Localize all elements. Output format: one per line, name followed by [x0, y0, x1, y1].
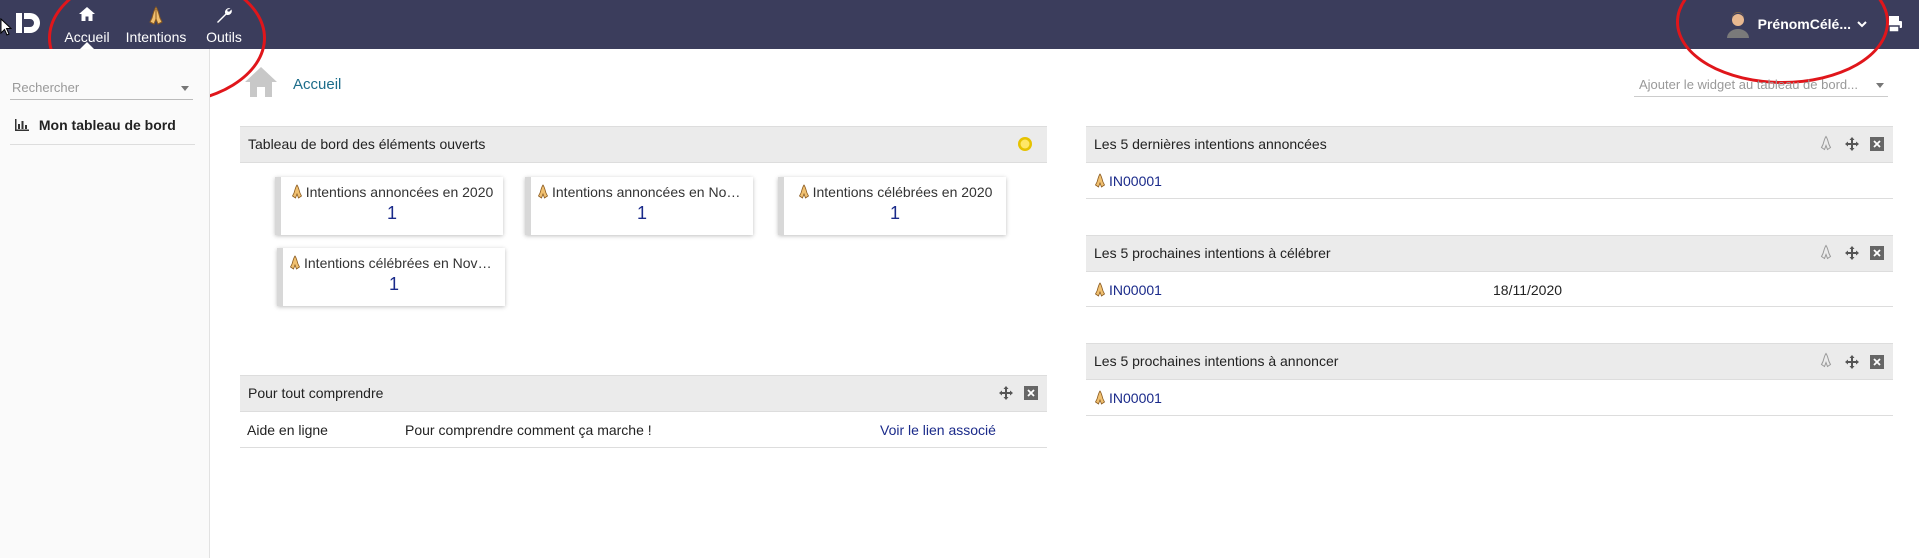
chevron-down-icon — [1857, 21, 1867, 28]
intention-link[interactable]: IN00001 — [1094, 282, 1162, 298]
praying-hands-icon — [291, 184, 302, 199]
intention-id: IN00001 — [1109, 173, 1162, 189]
app-logo[interactable] — [14, 9, 42, 37]
widget-header-last-announced: Les 5 dernières intentions annoncées — [1086, 126, 1893, 163]
add-widget-select[interactable]: Ajouter le widget au tableau de bord... — [1634, 74, 1888, 97]
user-name: PrénomCélé... — [1757, 16, 1851, 32]
close-icon[interactable] — [1024, 386, 1038, 400]
mouse-cursor-icon — [0, 18, 12, 36]
widget-title: Les 5 dernières intentions annoncées — [1094, 136, 1327, 152]
stat-card[interactable]: Intentions célébrées en 2020 1 — [778, 177, 1006, 235]
card-value: 1 — [636, 203, 647, 223]
nav-accueil[interactable]: Accueil — [64, 6, 110, 49]
row-divider — [1086, 306, 1893, 307]
praying-hands-icon[interactable] — [1820, 244, 1832, 260]
help-description: Pour comprendre comment ça marche ! — [405, 422, 652, 438]
card-label: Intentions célébrées en Novem... — [304, 255, 505, 271]
top-navbar: Accueil Intentions Outils PrénomCélé... — [0, 0, 1919, 49]
widget-header-open-elements: Tableau de bord des éléments ouverts — [240, 126, 1047, 163]
sidebar-item-dashboard[interactable]: Mon tableau de bord — [10, 113, 195, 145]
card-value: 1 — [386, 203, 397, 223]
move-icon[interactable] — [1845, 137, 1859, 151]
praying-hands-icon — [1094, 390, 1106, 405]
stat-card[interactable]: Intentions annoncées en 2020 1 — [275, 177, 503, 235]
praying-hands-icon — [1094, 173, 1106, 188]
close-icon[interactable] — [1870, 355, 1884, 369]
praying-hands-icon — [289, 255, 301, 270]
widget-title: Les 5 prochaines intentions à célébrer — [1094, 245, 1331, 261]
intention-link[interactable]: IN00001 — [1094, 390, 1162, 406]
intention-link[interactable]: IN00001 — [1094, 173, 1162, 189]
home-icon — [245, 67, 277, 97]
card-value: 1 — [889, 203, 900, 223]
close-icon[interactable] — [1870, 137, 1884, 151]
widget-header-help: Pour tout comprendre — [240, 375, 1047, 412]
widget-header-next-celebrate: Les 5 prochaines intentions à célébrer — [1086, 235, 1893, 272]
chevron-down-icon — [181, 86, 189, 91]
move-icon[interactable] — [1845, 246, 1859, 260]
breadcrumb[interactable]: Accueil — [293, 76, 341, 93]
nav-intentions-label: Intentions — [125, 29, 187, 45]
nav-accueil-label: Accueil — [64, 29, 110, 45]
chevron-down-icon — [1876, 83, 1884, 88]
sidebar: Rechercher Mon tableau de bord — [0, 49, 210, 558]
praying-hands-icon[interactable] — [1820, 352, 1832, 368]
help-name: Aide en ligne — [247, 422, 328, 438]
nav-outils[interactable]: Outils — [203, 6, 245, 49]
card-label: Intentions célébrées en 2020 — [812, 184, 993, 200]
widget-header-next-announce: Les 5 prochaines intentions à annoncer — [1086, 343, 1893, 380]
user-menu[interactable]: PrénomCélé... — [1724, 9, 1867, 39]
card-value: 1 — [388, 274, 399, 294]
search-placeholder: Rechercher — [12, 80, 80, 95]
add-widget-placeholder: Ajouter le widget au tableau de bord... — [1639, 77, 1858, 92]
print-icon[interactable] — [1885, 15, 1903, 33]
widget-title: Pour tout comprendre — [248, 385, 384, 401]
search-input[interactable]: Rechercher — [10, 76, 193, 100]
stat-card[interactable]: Intentions annoncées en Nove... 1 — [525, 177, 753, 235]
card-label: Intentions annoncées en 2020 — [305, 184, 494, 200]
praying-hands-icon — [1094, 282, 1106, 297]
intention-id: IN00001 — [1109, 282, 1162, 298]
move-icon[interactable] — [1845, 355, 1859, 369]
row-divider — [240, 447, 1047, 448]
close-icon[interactable] — [1870, 246, 1884, 260]
sidebar-item-label: Mon tableau de bord — [38, 117, 176, 133]
wrench-icon — [203, 6, 245, 26]
row-divider — [1086, 415, 1893, 416]
card-label: Intentions annoncées en Nove... — [552, 184, 753, 200]
home-icon — [64, 6, 110, 26]
sun-icon[interactable] — [1017, 136, 1033, 152]
bar-chart-icon — [15, 119, 29, 131]
help-link[interactable]: Voir le lien associé — [880, 422, 996, 438]
praying-hands-icon — [537, 184, 549, 199]
avatar — [1726, 12, 1749, 38]
row-divider — [1086, 198, 1893, 199]
nav-intentions[interactable]: Intentions — [124, 6, 188, 49]
stat-card[interactable]: Intentions célébrées en Novem... 1 — [277, 248, 505, 306]
intention-date: 18/11/2020 — [1493, 282, 1563, 298]
nav-outils-label: Outils — [206, 29, 242, 45]
widget-title: Les 5 prochaines intentions à annoncer — [1094, 353, 1339, 369]
intention-id: IN00001 — [1109, 390, 1162, 406]
praying-hands-icon — [124, 6, 188, 26]
praying-hands-icon — [798, 184, 809, 199]
widget-title: Tableau de bord des éléments ouverts — [248, 136, 486, 152]
praying-hands-icon[interactable] — [1820, 135, 1832, 151]
move-icon[interactable] — [999, 386, 1013, 400]
